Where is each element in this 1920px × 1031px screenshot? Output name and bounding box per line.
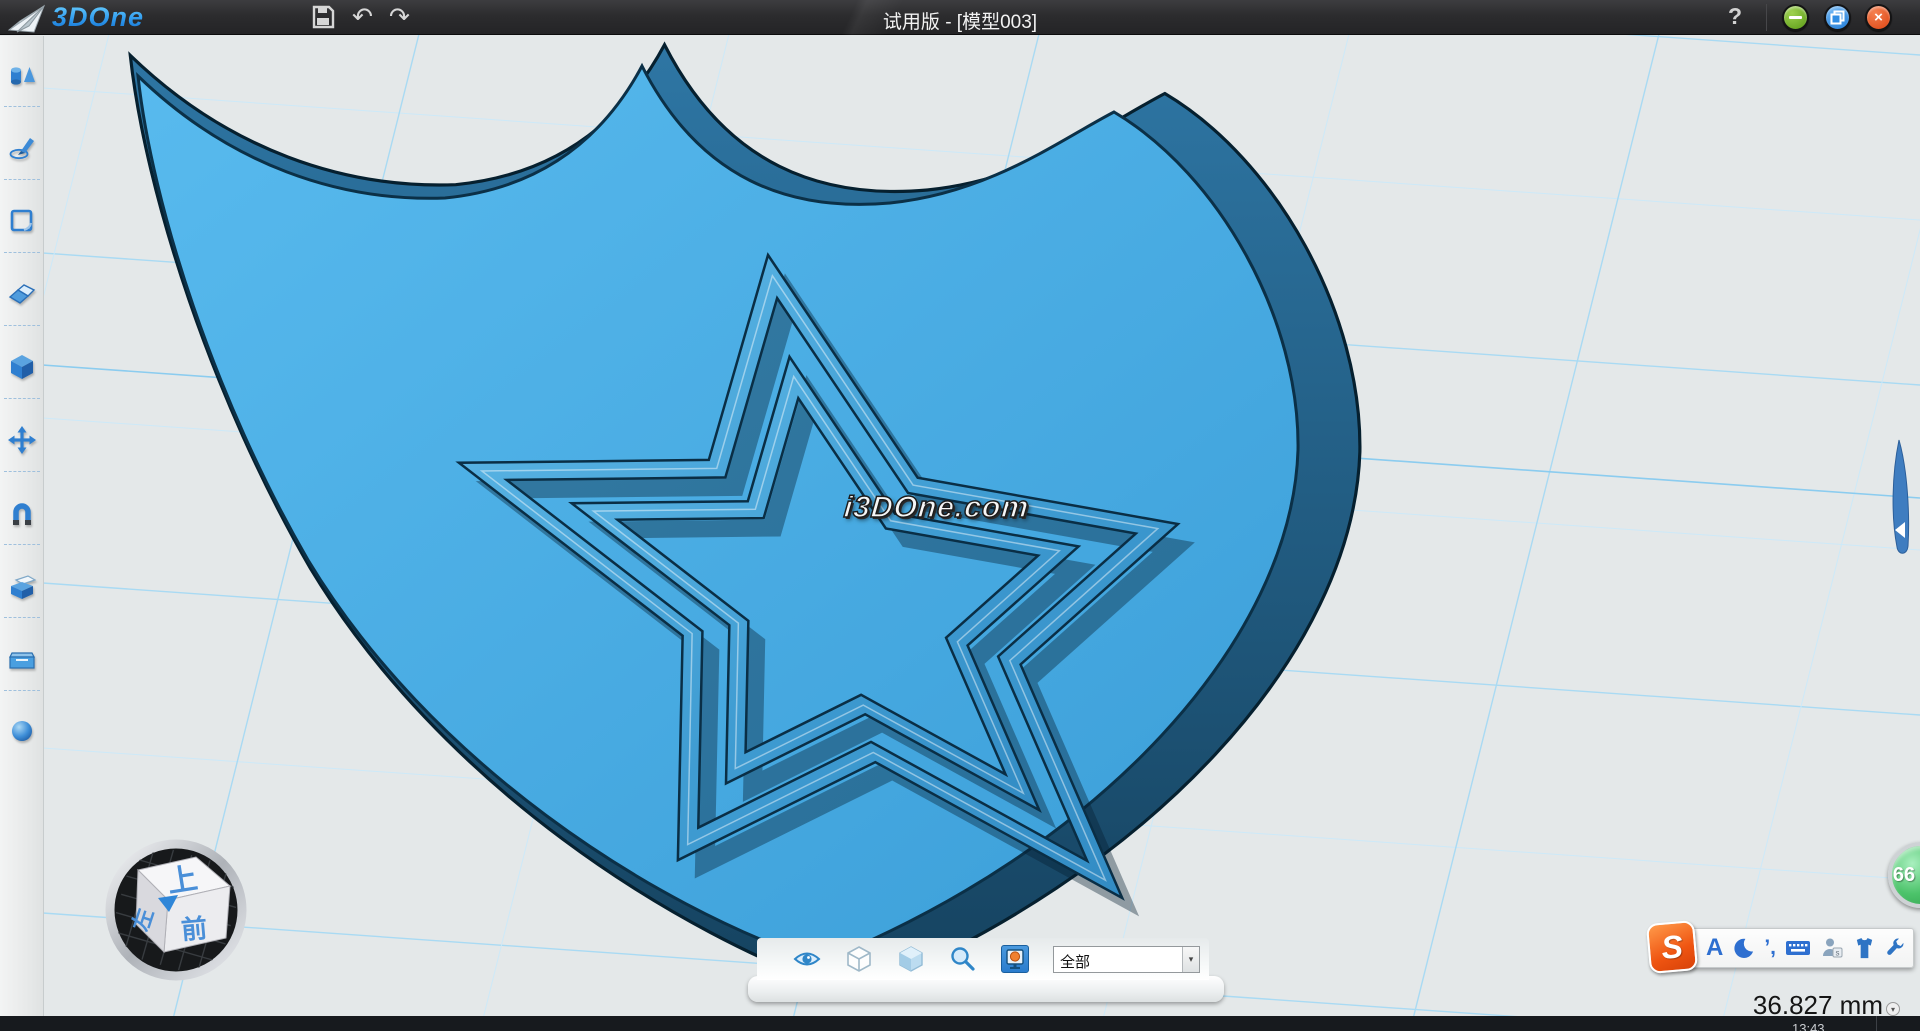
minimize-icon — [1789, 16, 1802, 19]
sidebar-divider — [4, 544, 40, 545]
dropdown-arrow-icon[interactable]: ▾ — [1182, 947, 1199, 972]
combine-solids-icon — [7, 571, 37, 601]
sidebar-item-sketch-plane[interactable] — [0, 196, 44, 269]
wireframe-cube-icon[interactable] — [845, 945, 873, 973]
drawer-tray-icon — [7, 644, 37, 674]
sidebar-divider — [4, 106, 40, 107]
navcube-top-label[interactable]: 上 — [165, 862, 200, 899]
sidebar-divider — [4, 179, 40, 180]
guard-ball-value: 66 — [1893, 864, 1915, 887]
sidebar-item-move[interactable] — [0, 415, 44, 488]
ime-moon-icon[interactable] — [1732, 937, 1755, 960]
sidebar-item-eraser[interactable] — [0, 269, 44, 342]
sidebar-divider — [4, 617, 40, 618]
taskbar-clock[interactable]: 13:43 — [1792, 1019, 1825, 1031]
taskbar-separator — [1876, 1016, 1877, 1031]
restore-button[interactable] — [1824, 4, 1851, 31]
watermark: i3DOne.com — [843, 491, 1031, 525]
close-button[interactable]: × — [1865, 4, 1892, 31]
help-button[interactable]: ? — [1728, 3, 1742, 30]
display-toolbar: 全部 ▾ — [757, 938, 1209, 980]
close-icon: × — [1874, 10, 1883, 25]
guard-ball[interactable]: 66 — [1888, 842, 1920, 908]
shield-face[interactable] — [138, 66, 1298, 962]
window-title: 试用版 - [模型003] — [0, 7, 1920, 34]
sidebar-divider — [4, 690, 40, 691]
shield-side-extrusion — [130, 45, 1360, 995]
ime-keyboard-icon[interactable] — [1785, 937, 1811, 959]
panel-expand-tab[interactable] — [1878, 428, 1920, 570]
star-inner-ring[interactable] — [536, 335, 1136, 818]
taskbar-strip: 13:43 — [0, 1016, 1920, 1031]
star-outer-ring[interactable] — [408, 224, 1259, 909]
sogou-s-logo[interactable]: S — [1646, 920, 1698, 974]
sidebar-item-drawer[interactable] — [0, 634, 44, 707]
restore-icon — [1830, 10, 1845, 25]
svg-text:s: s — [1836, 949, 1840, 958]
visibility-eye-icon[interactable] — [793, 945, 821, 973]
dimension-chevron-icon: ▾ — [1886, 1002, 1900, 1016]
sketch-plane-icon — [7, 206, 37, 236]
sidebar-divider — [4, 471, 40, 472]
display-filter-value: 全部 — [1054, 947, 1182, 972]
sidebar-divider — [4, 325, 40, 326]
3done-window: i3DOne.com 3DOne ↶ ↷ 试用版 - [模型003] ? — [0, 0, 1920, 1031]
star-shadow — [425, 243, 1276, 928]
material-sphere-icon — [7, 717, 37, 747]
star-bevel-highlight-2 — [561, 357, 1112, 801]
sidebar-item-sketch[interactable] — [0, 123, 44, 196]
ime-icons-row: A ’, s — [1706, 932, 1906, 964]
shaded-cube-icon[interactable] — [897, 945, 925, 973]
sidebar-item-feature[interactable] — [0, 342, 44, 415]
zoom-magnifier-icon[interactable] — [949, 945, 977, 973]
sidebar-divider — [4, 252, 40, 253]
magnet-align-icon — [7, 498, 37, 528]
primitive-solids-icon — [7, 60, 37, 90]
render-display-icon — [1003, 947, 1027, 971]
sketch-pencil-icon — [7, 133, 37, 163]
sidebar-item-primitives[interactable] — [0, 50, 44, 123]
move-arrows-icon — [7, 425, 37, 455]
star-bevel-highlight — [434, 247, 1234, 891]
ime-skin-tshirt-icon[interactable] — [1853, 937, 1876, 960]
ime-wrench-icon[interactable] — [1885, 938, 1906, 959]
titlebar: 3DOne ↶ ↷ 试用版 - [模型003] ? × — [0, 0, 1920, 35]
sidebar-divider — [4, 398, 40, 399]
sidebar-item-magnet[interactable] — [0, 488, 44, 561]
ime-input-mode-icon[interactable]: s — [1820, 936, 1844, 960]
ime-font-button[interactable]: A — [1706, 934, 1723, 962]
sidebar-toolbar — [0, 36, 44, 1016]
navigation-cube[interactable]: 上 前 左 — [96, 830, 256, 990]
sidebar-item-combine[interactable] — [0, 561, 44, 634]
titlebar-separator — [1766, 4, 1767, 31]
minimize-button[interactable] — [1782, 4, 1809, 31]
sidebar-item-material[interactable] — [0, 707, 44, 780]
render-display-button[interactable] — [1001, 945, 1029, 973]
feature-cube-icon — [7, 352, 37, 382]
sogou-s-letter: S — [1660, 928, 1684, 967]
eraser-icon — [7, 279, 37, 309]
navcube-front-label[interactable]: 前 — [180, 913, 209, 945]
display-filter-dropdown[interactable]: 全部 ▾ — [1053, 946, 1200, 973]
ime-punctuation-button[interactable]: ’, — [1764, 936, 1776, 960]
